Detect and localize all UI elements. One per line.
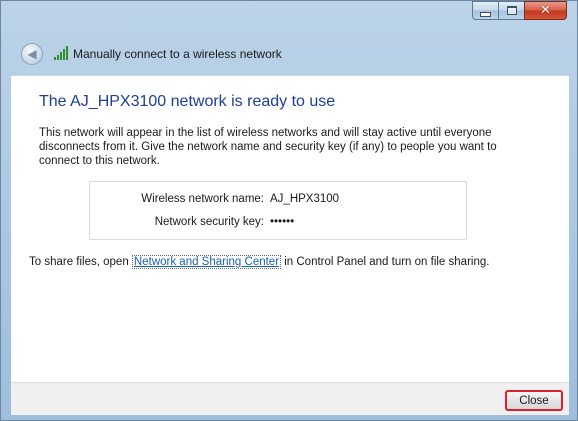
page-heading: The AJ_HPX3100 network is ready to use <box>39 93 336 110</box>
dialog-title: Manually connect to a wireless network <box>73 47 282 61</box>
share-instructions: To share files, open Network and Sharing… <box>29 255 490 269</box>
dialog-window: ✕ ◀ Manually connect to a wireless netwo… <box>0 0 578 421</box>
share-prefix: To share files, open <box>29 256 132 268</box>
minimize-button[interactable] <box>472 1 498 20</box>
wifi-signal-icon <box>54 46 68 60</box>
maximize-button[interactable] <box>498 1 524 20</box>
back-button[interactable]: ◀ <box>21 43 43 65</box>
content-panel: The AJ_HPX3100 network is ready to use T… <box>11 75 569 383</box>
network-name-label: Wireless network name: <box>141 193 264 205</box>
caption-buttons: ✕ <box>472 1 567 20</box>
network-info-box: Wireless network name: AJ_HPX3100 Networ… <box>89 181 467 240</box>
back-arrow-icon: ◀ <box>27 47 37 61</box>
window-close-button[interactable]: ✕ <box>524 1 567 20</box>
minimize-icon <box>480 11 491 17</box>
security-key-label: Network security key: <box>154 216 264 228</box>
close-button[interactable]: Close <box>505 390 563 411</box>
maximize-icon <box>506 6 517 15</box>
close-icon: ✕ <box>540 3 551 18</box>
share-suffix: in Control Panel and turn on file sharin… <box>281 256 490 268</box>
network-name-value: AJ_HPX3100 <box>270 193 340 205</box>
security-key-value: •••••• <box>270 216 295 228</box>
dialog-footer: Close <box>11 382 569 415</box>
network-sharing-center-link[interactable]: Network and Sharing Center <box>131 255 282 269</box>
description-text: This network will appear in the list of … <box>39 127 497 167</box>
